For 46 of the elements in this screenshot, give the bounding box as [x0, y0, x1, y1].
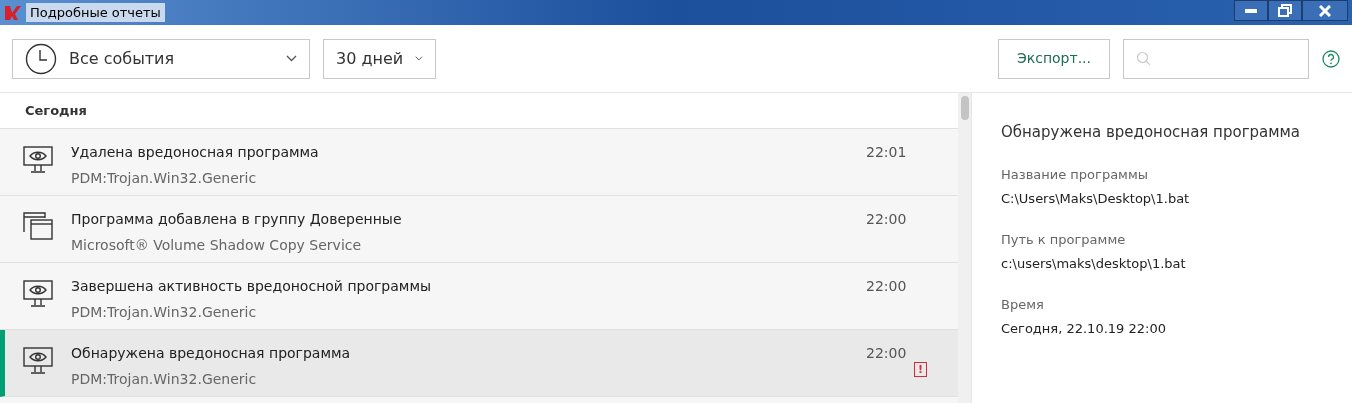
event-time: 22:00: [866, 210, 907, 229]
event-time: 22:00: [866, 344, 907, 363]
scrollbar-thumb[interactable]: [960, 96, 969, 120]
event-time: 22:00: [866, 277, 907, 296]
minimize-button[interactable]: [1234, 0, 1268, 21]
warning-badge: !: [914, 362, 928, 377]
chevron-down-icon: [286, 55, 297, 62]
close-icon: [1319, 4, 1331, 17]
field-label: Название программы: [1001, 165, 1149, 184]
monitor-eye-icon: [23, 346, 53, 376]
monitor-eye-icon: [23, 145, 53, 175]
export-button[interactable]: Экспорт...: [998, 38, 1110, 79]
window-title: Подробные отчеты: [26, 2, 165, 23]
minimize-icon: [1245, 8, 1257, 13]
details-title: Обнаружена вредоносная программа: [1001, 122, 1302, 143]
search-icon: [1136, 50, 1150, 67]
app-logo-icon: [4, 3, 22, 22]
event-subtitle: PDM:Trojan.Win32.Generic: [71, 169, 258, 188]
field-value: Сегодня, 22.10.19 22:00: [1001, 320, 1167, 338]
event-subtitle: PDM:Trojan.Win32.Generic: [71, 370, 258, 389]
field-value: C:\Users\Maks\Desktop\1.bat: [1001, 190, 1191, 208]
event-title: Обнаружена вредоносная программа: [71, 344, 352, 363]
help-icon[interactable]: [1322, 49, 1340, 68]
search-field[interactable]: [1123, 38, 1309, 79]
restore-button[interactable]: [1268, 0, 1302, 21]
event-title: Программа добавлена в группу Доверенные: [71, 210, 403, 229]
close-button[interactable]: [1302, 0, 1348, 21]
event-time: 22:01: [866, 143, 907, 162]
period-dropdown[interactable]: 30 дней: [323, 38, 436, 79]
event-row[interactable]: Программа добавлена в группу Доверенные Microsoft® Volume Shadow Copy Service 22:00: [0, 196, 958, 263]
event-title: Завершена активность вредоносной программы: [71, 277, 432, 296]
monitor-eye-icon: [23, 279, 53, 309]
event-row[interactable]: Удалена вредоносная программа PDM:Trojan.Win32.Generic 22:01: [0, 129, 958, 196]
event-subtitle: PDM:Trojan.Win32.Generic: [71, 303, 258, 322]
event-subtitle: Microsoft® Volume Shadow Copy Service: [71, 236, 363, 255]
field-label: Путь к программе: [1001, 230, 1127, 249]
field-label: Время: [1001, 295, 1045, 314]
event-title: Удалена вредоносная программа: [71, 143, 320, 162]
group-header: Сегодня: [25, 101, 87, 120]
restore-icon: [1278, 4, 1292, 17]
clock-icon: [25, 42, 57, 75]
event-row[interactable]: Обнаружена вредоносная программа PDM:Trojan.Win32.Generic 22:00 !: [0, 330, 958, 397]
event-filter-dropdown[interactable]: Все события: [12, 38, 310, 79]
field-value: c:\users\maks\desktop\1.bat: [1001, 255, 1187, 273]
windows-icon: [23, 212, 53, 240]
chevron-down-icon: [415, 55, 423, 62]
